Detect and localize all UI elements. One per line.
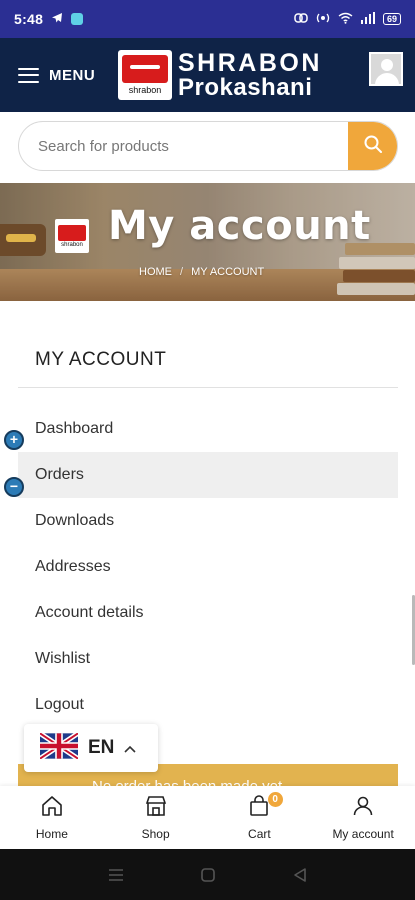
logo-text: SHRABON Prokashani (178, 48, 322, 101)
bottom-nav: Home Shop 0 Cart My account (0, 786, 415, 849)
status-time: 5:48 (14, 11, 44, 27)
telegram-icon (51, 11, 63, 27)
breadcrumb-home[interactable]: HOME (139, 266, 172, 278)
bottom-nav-shop-label: Shop (141, 827, 170, 841)
account-heading: MY ACCOUNT (35, 349, 167, 370)
home-icon (40, 794, 64, 823)
account-nav-logout[interactable]: Logout (18, 682, 398, 728)
breadcrumb-current: MY ACCOUNT (191, 266, 265, 278)
hotspot-icon (316, 12, 330, 27)
divider (18, 387, 398, 388)
page-title: My account (108, 203, 371, 249)
account-nav: Dashboard Orders Downloads Addresses Acc… (18, 406, 398, 728)
menu-button[interactable]: MENU (18, 67, 95, 84)
app-notification-icon (71, 13, 84, 25)
hamburger-icon (18, 67, 39, 83)
account-nav-orders[interactable]: Orders (18, 452, 398, 498)
shop-icon (144, 794, 168, 823)
logo-mark-icon (122, 55, 168, 83)
bottom-nav-account[interactable]: My account (311, 786, 415, 849)
signal-icon (360, 11, 375, 27)
account-nav-wishlist[interactable]: Wishlist (18, 636, 398, 682)
bottom-nav-account-label: My account (332, 827, 394, 841)
home-button-icon[interactable] (200, 867, 216, 883)
breadcrumb: HOME / MY ACCOUNT (139, 266, 264, 278)
bottom-nav-cart-label: Cart (248, 827, 271, 841)
back-icon[interactable] (293, 867, 307, 883)
page-banner: shrabon My account HOME / MY ACCOUNT (0, 183, 415, 301)
banner-emblem (0, 224, 46, 256)
account-nav-addresses[interactable]: Addresses (18, 544, 398, 590)
logo-line-1: SHRABON (178, 48, 322, 77)
user-icon (351, 794, 375, 823)
avatar[interactable] (369, 52, 403, 86)
language-switcher[interactable]: EN (24, 724, 158, 772)
plus-icon[interactable]: + (4, 430, 24, 450)
banner-logo-text: shrabon (61, 241, 83, 248)
banner-logo: shrabon (55, 219, 89, 253)
logo-line-2: Prokashani (178, 73, 313, 101)
site-logo[interactable]: shrabon SHRABON Prokashani (118, 50, 322, 100)
account-nav-downloads[interactable]: Downloads (18, 498, 398, 544)
site-header: MENU shrabon SHRABON Prokashani (0, 38, 415, 112)
account-nav-account-details[interactable]: Account details (18, 590, 398, 636)
language-code: EN (88, 737, 115, 758)
search-icon (363, 134, 383, 159)
uk-flag-icon (38, 730, 80, 764)
status-bar: 5:48 69 (0, 0, 415, 38)
minus-icon[interactable]: − (4, 477, 24, 497)
search-bar (18, 121, 398, 171)
menu-label: MENU (49, 66, 96, 84)
recent-apps-icon[interactable] (108, 868, 124, 882)
breadcrumb-separator: / (180, 266, 184, 278)
logo-badge-text: shrabon (128, 85, 162, 95)
search-input[interactable] (19, 122, 348, 170)
bottom-nav-home-label: Home (35, 827, 68, 841)
logo-badge: shrabon (118, 50, 172, 100)
cart-badge: 0 (267, 792, 283, 807)
wifi-icon (338, 12, 353, 27)
bottom-nav-shop[interactable]: Shop (104, 786, 208, 849)
battery-icon: 69 (382, 13, 401, 25)
bottom-nav-cart[interactable]: 0 Cart (208, 786, 312, 849)
account-nav-dashboard[interactable]: Dashboard (18, 406, 398, 452)
bottom-nav-home[interactable]: Home (0, 786, 104, 849)
system-nav-bar (0, 849, 415, 900)
link-icon (294, 12, 308, 27)
chevron-up-icon (124, 741, 136, 756)
search-button[interactable] (348, 122, 397, 170)
